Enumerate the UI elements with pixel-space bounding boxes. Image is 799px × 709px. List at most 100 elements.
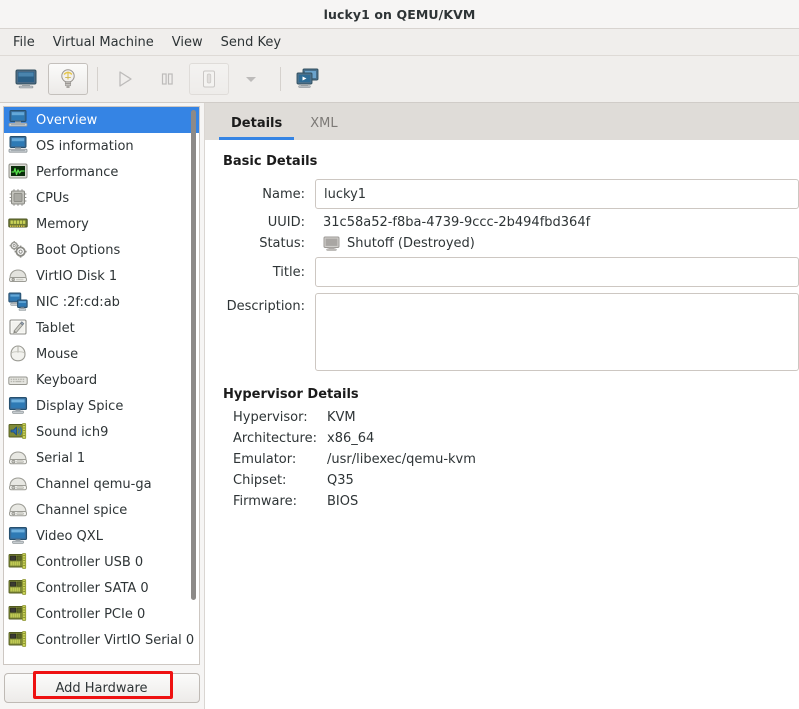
gears-icon xyxy=(8,240,28,260)
sidebar-item-controller-usb-0[interactable]: Controller USB 0 xyxy=(4,549,199,575)
sidebar-item-label: Memory xyxy=(36,216,89,232)
sidebar-item-nic[interactable]: NIC :2f:cd:ab xyxy=(4,289,199,315)
sidebar-item-channel-qemu-ga[interactable]: Channel qemu-ga xyxy=(4,471,199,497)
cpu-chip-icon xyxy=(8,188,28,208)
sidebar-item-keyboard[interactable]: Keyboard xyxy=(4,367,199,393)
tab-bar: Details XML xyxy=(205,103,799,140)
harddisk-icon xyxy=(8,266,28,286)
details-pane: Details XML Basic Details Name: lucky1 U… xyxy=(204,103,799,709)
basic-details-heading: Basic Details xyxy=(223,154,318,169)
sidebar-item-display-spice[interactable]: Display Spice xyxy=(4,393,199,419)
main-content: Overview OS information Performance CPUs Mem… xyxy=(0,103,799,709)
description-textarea[interactable] xyxy=(315,293,799,371)
keyboard-icon xyxy=(8,370,28,390)
sidebar-item-label: Controller SATA 0 xyxy=(36,580,149,596)
sidebar-item-label: OS information xyxy=(36,138,134,154)
firmware-row: Firmware: BIOS xyxy=(223,494,799,509)
lightbulb-icon xyxy=(58,68,78,90)
menu-virtual-machine[interactable]: Virtual Machine xyxy=(44,32,163,53)
sidebar-item-cpus[interactable]: CPUs xyxy=(4,185,199,211)
sidebar-item-label: Keyboard xyxy=(36,372,98,388)
sidebar-item-video-qxl[interactable]: Video QXL xyxy=(4,523,199,549)
emulator-label: Emulator: xyxy=(233,452,297,467)
architecture-label: Architecture: xyxy=(233,431,317,446)
expansion-card-icon xyxy=(8,552,28,572)
pause-bars-icon xyxy=(158,70,176,88)
sidebar-item-controller-virtio-serial-0[interactable]: Controller VirtIO Serial 0 xyxy=(4,627,199,653)
emulator-row: Emulator: /usr/libexec/qemu-kvm xyxy=(223,452,799,467)
window-title: lucky1 on QEMU/KVM xyxy=(323,6,476,22)
title-input[interactable] xyxy=(315,257,799,287)
sidebar-item-label: Controller USB 0 xyxy=(36,554,144,570)
show-virtual-hardware-details-button[interactable] xyxy=(48,63,88,95)
display-icon xyxy=(8,396,28,416)
shutdown-icon xyxy=(202,70,216,88)
chevron-down-icon xyxy=(244,74,258,84)
sidebar-item-label: Channel qemu-ga xyxy=(36,476,152,492)
name-input[interactable]: lucky1 xyxy=(315,179,799,209)
sidebar-item-performance[interactable]: Performance xyxy=(4,159,199,185)
status-row: Status: Shutoff (Destroyed) xyxy=(223,236,799,251)
toolbar-separator-1 xyxy=(97,67,98,91)
sidebar-item-memory[interactable]: Memory xyxy=(4,211,199,237)
sidebar-item-tablet[interactable]: Tablet xyxy=(4,315,199,341)
sidebar-item-label: CPUs xyxy=(36,190,70,206)
chipset-value: Q35 xyxy=(327,473,354,488)
snapshots-icon xyxy=(296,68,320,90)
menu-send-key[interactable]: Send Key xyxy=(212,32,290,53)
sidebar-item-mouse[interactable]: Mouse xyxy=(4,341,199,367)
computer-icon xyxy=(8,110,28,130)
sidebar-item-controller-pcie-0[interactable]: Controller PCIe 0 xyxy=(4,601,199,627)
sidebar-item-label: Mouse xyxy=(36,346,79,362)
sidebar-item-controller-sata-0[interactable]: Controller SATA 0 xyxy=(4,575,199,601)
sound-card-icon xyxy=(8,422,28,442)
menu-file[interactable]: File xyxy=(4,32,44,53)
sidebar-item-label: Video QXL xyxy=(36,528,103,544)
manage-snapshots-button[interactable] xyxy=(288,63,328,95)
hypervisor-details-heading: Hypervisor Details xyxy=(223,387,359,402)
sidebar-item-virtio-disk-1[interactable]: VirtIO Disk 1 xyxy=(4,263,199,289)
hardware-list-scrollbar[interactable] xyxy=(189,108,198,663)
hardware-list[interactable]: Overview OS information Performance CPUs Mem… xyxy=(4,107,199,664)
name-label: Name: xyxy=(262,186,305,202)
network-icon xyxy=(8,292,28,312)
expansion-card-icon xyxy=(8,578,28,598)
sidebar-item-label: Boot Options xyxy=(36,242,121,258)
menu-view[interactable]: View xyxy=(163,32,212,53)
run-button[interactable] xyxy=(105,63,145,95)
sidebar-item-channel-spice[interactable]: Channel spice xyxy=(4,497,199,523)
hardware-list-container: Overview OS information Performance CPUs Mem… xyxy=(3,106,200,665)
shutdown-options-dropdown[interactable] xyxy=(231,63,271,95)
performance-graph-icon xyxy=(8,162,28,182)
sidebar-item-os-information[interactable]: OS information xyxy=(4,133,199,159)
sidebar-item-sound-ich9[interactable]: Sound ich9 xyxy=(4,419,199,445)
add-hardware-button[interactable]: Add Hardware xyxy=(3,673,200,703)
sidebar-item-boot-options[interactable]: Boot Options xyxy=(4,237,199,263)
serial-port-icon xyxy=(8,500,28,520)
show-graphical-console-button[interactable] xyxy=(6,63,46,95)
sidebar-item-serial-1[interactable]: Serial 1 xyxy=(4,445,199,471)
sidebar-item-label: Controller PCIe 0 xyxy=(36,606,146,622)
firmware-value: BIOS xyxy=(327,494,359,509)
shutdown-button[interactable] xyxy=(189,63,229,95)
tablet-pen-icon xyxy=(8,318,28,338)
sidebar-item-label: Serial 1 xyxy=(36,450,86,466)
serial-port-icon xyxy=(8,474,28,494)
shutoff-monitor-icon xyxy=(323,236,340,251)
title-label: Title: xyxy=(272,264,305,280)
uuid-label: UUID: xyxy=(267,215,305,230)
sidebar-item-overview[interactable]: Overview xyxy=(4,107,199,133)
expansion-card-icon xyxy=(8,630,28,650)
pause-button[interactable] xyxy=(147,63,187,95)
tab-xml[interactable]: XML xyxy=(296,107,351,140)
chipset-label: Chipset: xyxy=(233,473,287,488)
details-content: Basic Details Name: lucky1 UUID: 31c58a5… xyxy=(205,140,799,709)
status-value: Shutoff (Destroyed) xyxy=(347,236,475,251)
tab-details[interactable]: Details xyxy=(217,107,296,140)
title-bar: lucky1 on QEMU/KVM xyxy=(0,0,799,29)
title-row: Title: xyxy=(223,257,799,287)
hypervisor-label: Hypervisor: xyxy=(233,410,308,425)
play-triangle-icon xyxy=(116,70,134,88)
hardware-list-scrollbar-thumb[interactable] xyxy=(191,110,196,600)
description-label: Description: xyxy=(226,299,305,314)
